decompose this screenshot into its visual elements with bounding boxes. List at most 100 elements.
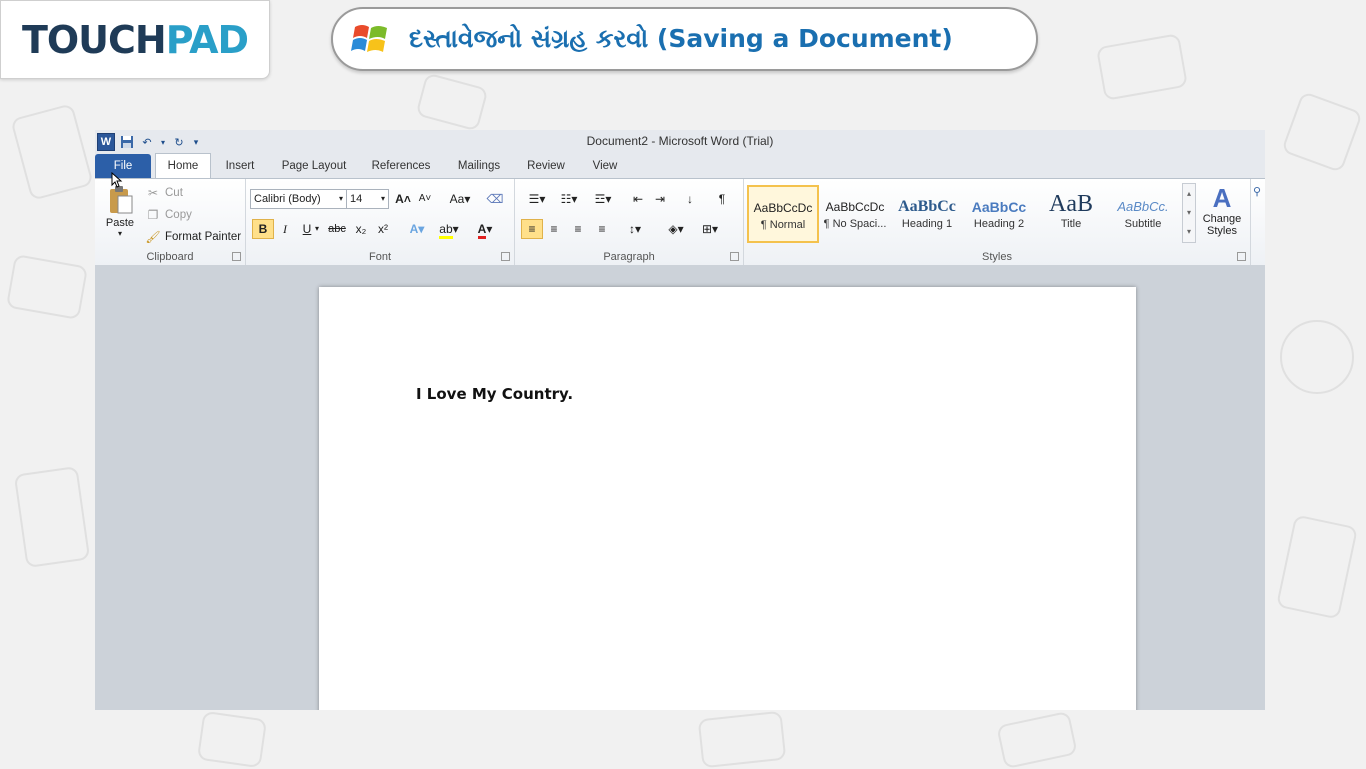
scissors-icon: ✂	[147, 186, 159, 200]
chevron-down-icon: ▾	[380, 194, 385, 203]
underline-label: U	[302, 222, 312, 236]
style-heading-1-preview: AaBbCc	[898, 198, 956, 215]
touchpad-logo: TOUCH PAD	[0, 0, 270, 79]
logo-text-pad: PAD	[165, 17, 249, 62]
tab-view[interactable]: View	[583, 154, 627, 178]
numbering-icon[interactable]: ☷▾	[555, 189, 583, 209]
styles-launcher-icon[interactable]	[1237, 252, 1246, 261]
italic-label: I	[283, 222, 287, 236]
sort-icon[interactable]: ↓	[679, 189, 701, 209]
change-styles-button[interactable]: A Change Styles	[1200, 183, 1244, 237]
document-page[interactable]: I Love My Country.	[319, 287, 1136, 710]
style-heading-2[interactable]: AaBbCc Heading 2	[963, 185, 1035, 243]
line-spacing-icon[interactable]: ↕▾	[621, 219, 649, 239]
format-painter-icon: 🖌	[145, 230, 161, 244]
style-heading-2-preview: AaBbCc	[971, 199, 1027, 215]
decrease-indent-icon[interactable]: ⇤	[627, 189, 649, 209]
borders-icon[interactable]: ⊞▾	[695, 219, 725, 239]
style-title[interactable]: AaB Title	[1035, 185, 1107, 243]
tab-insert[interactable]: Insert	[217, 154, 263, 178]
font-group: Calibri (Body) ▾ 14 ▾ A˄ A˅ Aa▾ ⌫ B I U …	[246, 179, 515, 265]
align-right-icon[interactable]: ≡	[567, 219, 589, 239]
justify-icon[interactable]: ≡	[591, 219, 613, 239]
styles-gallery-scroll[interactable]: ▴ ▾ ▾	[1182, 183, 1196, 243]
mouse-cursor-icon	[111, 172, 123, 188]
editing-group-partial-icon[interactable]: ⚲	[1253, 185, 1261, 198]
cut-button[interactable]: ✂ Cut	[145, 185, 183, 201]
copy-icon: ❐	[147, 208, 159, 222]
shading-icon[interactable]: ◈▾	[661, 219, 691, 239]
styles-group: AaBbCcDc ¶ Normal AaBbCcDc ¶ No Spaci...…	[744, 179, 1251, 265]
style-subtitle-name: Subtitle	[1124, 218, 1162, 230]
superscript-button[interactable]: x²	[372, 219, 394, 239]
align-center-icon[interactable]: ≡	[543, 219, 565, 239]
clipboard-group: Paste ▾ ✂ Cut ❐ Copy 🖌 Format Painter Cl…	[95, 179, 246, 265]
chevron-down-icon: ▾	[338, 194, 343, 203]
underline-dropdown-icon[interactable]: ▾	[312, 219, 322, 239]
copy-label: Copy	[165, 209, 192, 221]
style-heading-1[interactable]: AaBbCc Heading 1	[891, 185, 963, 243]
style-normal-name: ¶ Normal	[760, 219, 806, 231]
clear-formatting-icon[interactable]: ⌫	[484, 189, 506, 209]
cut-label: Cut	[165, 187, 183, 199]
bold-button[interactable]: B	[252, 219, 274, 239]
change-styles-label-2: Styles	[1207, 225, 1237, 237]
multilevel-list-icon[interactable]: ☲▾	[589, 189, 617, 209]
font-size-value: 14	[350, 193, 363, 205]
style-subtitle-preview: AaBbCc.	[1117, 199, 1169, 214]
change-styles-label-1: Change	[1202, 213, 1242, 225]
font-group-label: Font	[368, 251, 391, 263]
superscript-label: x²	[378, 222, 388, 236]
tab-references[interactable]: References	[363, 154, 439, 178]
clipboard-launcher-icon[interactable]	[232, 252, 241, 261]
style-heading-1-name: Heading 1	[901, 218, 953, 230]
font-family-select[interactable]: Calibri (Body) ▾	[250, 189, 347, 209]
shrink-font-icon[interactable]: A˅	[414, 189, 436, 209]
lesson-title: દસ્તાવેજનો સંગ્રહ કરવો (Saving a Documen…	[409, 24, 953, 53]
increase-indent-icon[interactable]: ⇥	[649, 189, 671, 209]
ribbon-home: Paste ▾ ✂ Cut ❐ Copy 🖌 Format Painter Cl…	[95, 178, 1265, 266]
change-styles-icon: A	[1212, 183, 1232, 213]
paragraph-launcher-icon[interactable]	[730, 252, 739, 261]
tab-mailings[interactable]: Mailings	[449, 154, 509, 178]
change-case-button[interactable]: Aa▾	[446, 189, 474, 209]
align-left-icon[interactable]: ≡	[521, 219, 543, 239]
bold-label: B	[258, 222, 268, 236]
paragraph-group-label: Paragraph	[603, 251, 655, 263]
window-title: Document2 - Microsoft Word (Trial)	[586, 134, 774, 148]
show-formatting-marks-button[interactable]: ¶	[711, 189, 733, 209]
copy-button[interactable]: ❐ Copy	[145, 207, 192, 223]
style-no-spacing-name: ¶ No Spaci...	[823, 218, 887, 230]
subscript-label: x₂	[355, 222, 367, 236]
format-painter-label: Format Painter	[165, 231, 242, 243]
tab-review[interactable]: Review	[521, 154, 571, 178]
font-color-icon[interactable]: A▾	[470, 219, 500, 239]
font-launcher-icon[interactable]	[501, 252, 510, 261]
paste-dropdown-icon: ▾	[117, 229, 122, 238]
document-area: I Love My Country.	[95, 265, 1265, 710]
font-size-select[interactable]: 14 ▾	[346, 189, 389, 209]
bullets-icon[interactable]: ☰▾	[523, 189, 551, 209]
clipboard-group-label: Clipboard	[146, 251, 194, 263]
style-no-spacing[interactable]: AaBbCcDc ¶ No Spaci...	[819, 185, 891, 243]
tab-page-layout[interactable]: Page Layout	[275, 154, 353, 178]
format-painter-button[interactable]: 🖌 Format Painter	[145, 229, 241, 245]
change-case-label: Aa	[449, 192, 465, 206]
text-effects-icon[interactable]: A▾	[406, 219, 428, 239]
strikethrough-label: abc	[328, 223, 346, 235]
title-bar: W ↶ ▾ ↻ ▾ Document2 - Microsoft Word (Tr…	[95, 130, 1265, 154]
tab-file[interactable]: File	[95, 154, 151, 178]
style-title-name: Title	[1060, 218, 1082, 230]
grow-font-icon[interactable]: A˄	[392, 189, 414, 209]
style-normal[interactable]: AaBbCcDc ¶ Normal	[747, 185, 819, 243]
strikethrough-button[interactable]: abc	[326, 219, 348, 239]
document-text[interactable]: I Love My Country.	[416, 385, 573, 403]
italic-button[interactable]: I	[274, 219, 296, 239]
word-window: W ↶ ▾ ↻ ▾ Document2 - Microsoft Word (Tr…	[95, 130, 1265, 710]
subscript-button[interactable]: x₂	[350, 219, 372, 239]
highlight-color-icon[interactable]: ab▾	[434, 219, 464, 239]
style-subtitle[interactable]: AaBbCc. Subtitle	[1107, 185, 1179, 243]
paste-button[interactable]: Paste ▾	[103, 185, 137, 238]
style-normal-preview: AaBbCcDc	[753, 201, 813, 215]
tab-home[interactable]: Home	[155, 153, 211, 178]
